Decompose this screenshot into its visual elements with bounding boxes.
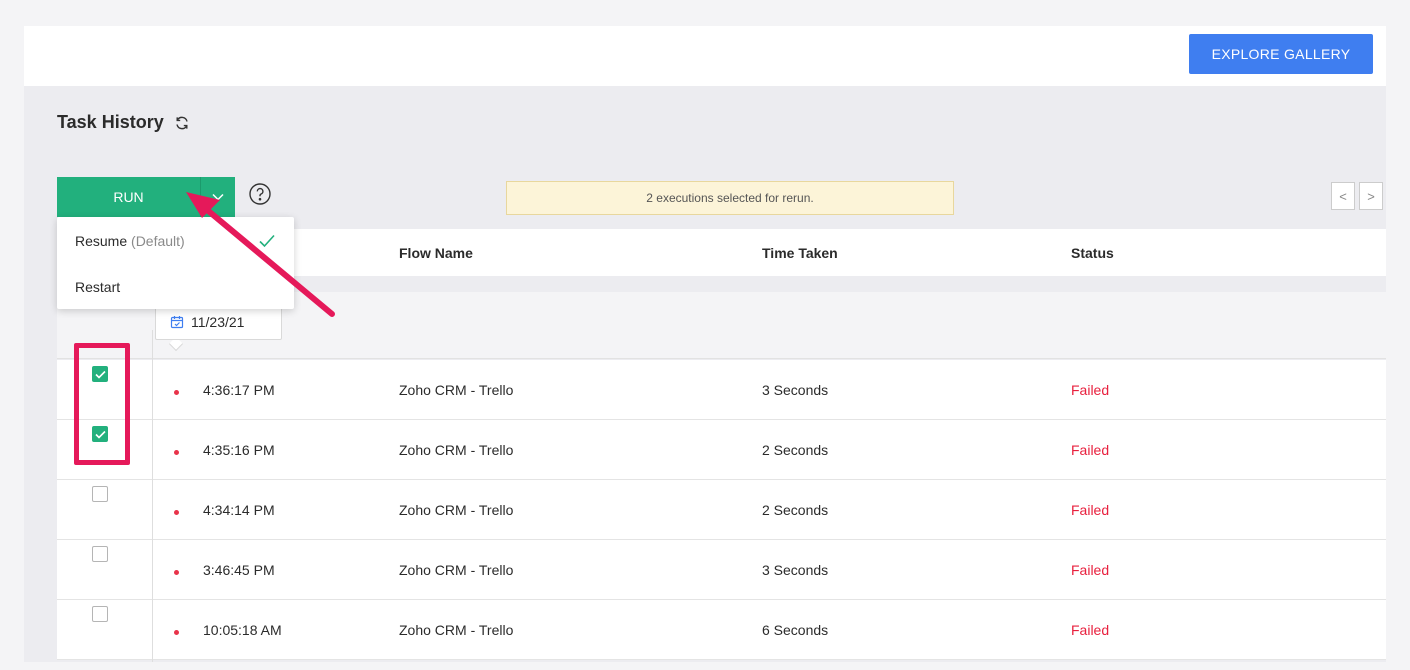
row-time: 4:35:16 PM bbox=[203, 442, 275, 458]
annotation-highlight-box bbox=[74, 343, 130, 465]
page-title: Task History bbox=[57, 112, 164, 132]
chevron-down-icon bbox=[212, 193, 224, 201]
top-bar: EXPLORE GALLERY bbox=[24, 26, 1386, 86]
status-dot bbox=[174, 450, 179, 455]
table-row[interactable]: 4:35:16 PM Zoho CRM - Trello 2 Seconds F… bbox=[57, 420, 1386, 480]
row-checkbox[interactable] bbox=[92, 486, 108, 502]
run-button[interactable]: RUN bbox=[57, 177, 200, 217]
help-icon[interactable] bbox=[248, 182, 272, 206]
row-flow: Zoho CRM - Trello bbox=[399, 622, 514, 638]
task-list: 4:36:17 PM Zoho CRM - Trello 3 Seconds F… bbox=[57, 360, 1386, 660]
menu-item-default-tag: (Default) bbox=[131, 233, 185, 249]
row-duration: 2 Seconds bbox=[762, 502, 829, 518]
pagination: < > bbox=[1331, 182, 1383, 210]
row-duration: 3 Seconds bbox=[762, 562, 829, 578]
row-duration: 6 Seconds bbox=[762, 622, 829, 638]
menu-item-restart[interactable]: Restart bbox=[75, 279, 120, 295]
row-time: 4:36:17 PM bbox=[203, 382, 275, 398]
row-duration: 3 Seconds bbox=[762, 382, 829, 398]
row-checkbox[interactable] bbox=[92, 546, 108, 562]
row-status: Failed bbox=[1071, 382, 1110, 398]
status-dot bbox=[174, 570, 179, 575]
table-row[interactable]: 3:46:45 PM Zoho CRM - Trello 3 Seconds F… bbox=[57, 540, 1386, 600]
table-row[interactable]: 4:34:14 PM Zoho CRM - Trello 2 Seconds F… bbox=[57, 480, 1386, 540]
column-time-taken: Time Taken bbox=[762, 245, 838, 261]
row-flow: Zoho CRM - Trello bbox=[399, 442, 514, 458]
table-row[interactable]: 4:36:17 PM Zoho CRM - Trello 3 Seconds F… bbox=[57, 360, 1386, 420]
row-status: Failed bbox=[1071, 622, 1110, 638]
run-options-toggle[interactable] bbox=[200, 177, 235, 217]
column-status: Status bbox=[1071, 245, 1114, 261]
calendar-icon bbox=[170, 316, 184, 329]
row-time: 4:34:14 PM bbox=[203, 502, 275, 518]
title-area: Task History bbox=[57, 112, 190, 133]
run-options-menu: Resume (Default) Restart bbox=[57, 217, 294, 309]
date-label: 11/23/21 bbox=[191, 314, 245, 330]
status-dot bbox=[174, 510, 179, 515]
row-flow: Zoho CRM - Trello bbox=[399, 382, 514, 398]
timeline-line bbox=[152, 330, 153, 662]
run-button-group: RUN bbox=[57, 177, 235, 217]
menu-item-label: Resume bbox=[75, 233, 128, 249]
row-duration: 2 Seconds bbox=[762, 442, 829, 458]
menu-item-label: Restart bbox=[75, 279, 121, 295]
menu-item-resume[interactable]: Resume (Default) bbox=[75, 233, 185, 249]
explore-gallery-button[interactable]: EXPLORE GALLERY bbox=[1189, 34, 1373, 74]
table-row[interactable]: 10:05:18 AM Zoho CRM - Trello 6 Seconds … bbox=[57, 600, 1386, 660]
chevron-right-icon[interactable]: > bbox=[1359, 182, 1383, 210]
chevron-left-icon[interactable]: < bbox=[1331, 182, 1355, 210]
row-status: Failed bbox=[1071, 502, 1110, 518]
column-flow-name: Flow Name bbox=[399, 245, 473, 261]
row-time: 10:05:18 AM bbox=[203, 622, 282, 638]
row-status: Failed bbox=[1071, 442, 1110, 458]
status-dot bbox=[174, 390, 179, 395]
check-icon bbox=[259, 234, 275, 248]
date-chip: 11/23/21 bbox=[155, 304, 282, 340]
row-status: Failed bbox=[1071, 562, 1110, 578]
rerun-notice: 2 executions selected for rerun. bbox=[506, 181, 954, 215]
row-time: 3:46:45 PM bbox=[203, 562, 275, 578]
task-history-panel: Task History RUN 2 executions selected f… bbox=[24, 86, 1386, 662]
row-checkbox[interactable] bbox=[92, 606, 108, 622]
row-flow: Zoho CRM - Trello bbox=[399, 502, 514, 518]
status-dot bbox=[174, 630, 179, 635]
refresh-icon[interactable] bbox=[174, 115, 190, 131]
row-flow: Zoho CRM - Trello bbox=[399, 562, 514, 578]
